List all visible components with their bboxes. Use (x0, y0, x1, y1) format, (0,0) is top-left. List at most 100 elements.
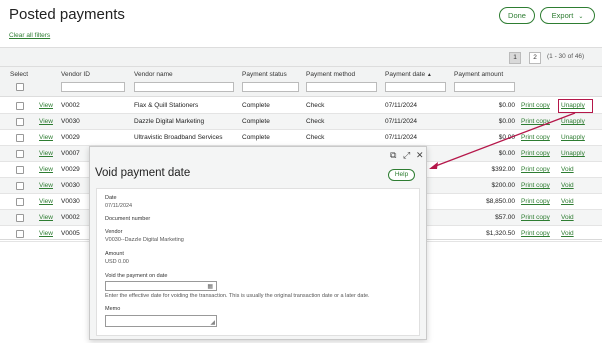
table-row: View V0029 Ultravistic Broadband Services C… (0, 130, 602, 146)
row-checkbox[interactable] (16, 102, 24, 110)
payment-method-cell: Check (306, 134, 325, 141)
payment-status-cell: Complete (242, 102, 270, 109)
close-icon[interactable]: ✕ (416, 150, 424, 161)
vendor-name-cell: Dazzle Digital Marketing (134, 118, 205, 125)
dialog-form: Date 07/11/2024 Document number Vendor V… (96, 188, 420, 336)
row-action-link[interactable]: Void (561, 230, 574, 237)
row-checkbox[interactable] (16, 230, 24, 238)
view-link[interactable]: View (39, 118, 53, 125)
print-copy-link[interactable]: Print copy (521, 166, 550, 173)
row-action-link[interactable]: Unapply (561, 134, 585, 141)
view-link[interactable]: View (39, 198, 53, 205)
payment-amount-cell: $392.00 (491, 166, 516, 173)
vendor-id-cell: V0002 (61, 102, 80, 109)
vendor-id-cell: V0029 (61, 166, 80, 173)
pagination-bar: 1 2 (1 - 30 of 46) (0, 47, 602, 67)
row-action-link[interactable]: Unapply (561, 150, 585, 157)
vendor-id-cell: V0007 (61, 150, 80, 157)
payment-amount-cell: $1,320.50 (486, 230, 515, 237)
export-label: Export (551, 11, 574, 20)
row-checkbox[interactable] (16, 198, 24, 206)
row-checkbox[interactable] (16, 166, 24, 174)
col-vendor-name[interactable]: Vendor name (134, 71, 173, 78)
print-copy-link[interactable]: Print copy (521, 102, 550, 109)
print-copy-link[interactable]: Print copy (521, 214, 550, 221)
row-checkbox[interactable] (16, 134, 24, 142)
expand-icon[interactable]: ⤢ (403, 150, 410, 161)
row-action-link[interactable]: Void (561, 166, 574, 173)
table-row: View V0002 Flax & Quill Stationers Complete… (0, 98, 602, 114)
row-action-link[interactable]: Void (561, 198, 574, 205)
void-date-input[interactable]: ▦ (105, 281, 217, 291)
amount-value: USD 0.00 (105, 259, 129, 265)
payment-amount-cell: $0.00 (498, 134, 515, 141)
row-action-link[interactable]: Unapply (561, 118, 585, 125)
filter-vendor-id[interactable] (61, 82, 125, 92)
unapply-highlight-box (558, 99, 593, 113)
popout-icon[interactable]: ⧉ (390, 150, 396, 161)
row-checkbox[interactable] (16, 150, 24, 158)
filter-payment-amount[interactable] (454, 82, 515, 92)
row-checkbox[interactable] (16, 118, 24, 126)
calendar-icon[interactable]: ▦ (207, 283, 213, 290)
print-copy-link[interactable]: Print copy (521, 150, 550, 157)
resize-grip-icon[interactable]: ◢ (210, 319, 215, 326)
select-all-checkbox[interactable] (16, 83, 24, 91)
date-value: 07/11/2024 (105, 203, 133, 209)
page-title: Posted payments (9, 6, 125, 23)
amount-label: Amount (105, 251, 124, 257)
vendor-id-cell: V0030 (61, 182, 80, 189)
row-checkbox[interactable] (16, 182, 24, 190)
view-link[interactable]: View (39, 214, 53, 221)
clear-filters-link[interactable]: Clear all filters (9, 32, 50, 39)
filter-payment-date[interactable] (385, 82, 446, 92)
export-button[interactable]: Export ⌄ (540, 7, 595, 24)
view-link[interactable]: View (39, 150, 53, 157)
view-link[interactable]: View (39, 230, 53, 237)
row-checkbox[interactable] (16, 214, 24, 222)
row-action-link[interactable]: Void (561, 182, 574, 189)
memo-textarea[interactable]: ◢ (105, 315, 217, 327)
view-link[interactable]: View (39, 182, 53, 189)
filter-payment-status[interactable] (242, 82, 299, 92)
col-payment-amount[interactable]: Payment amount (454, 71, 503, 78)
page-1-button[interactable]: 1 (509, 52, 521, 64)
payment-method-cell: Check (306, 102, 325, 109)
print-copy-link[interactable]: Print copy (521, 230, 550, 237)
vendor-name-cell: Flax & Quill Stationers (134, 102, 199, 109)
view-link[interactable]: View (39, 166, 53, 173)
dialog-title: Void payment date (95, 167, 191, 179)
print-copy-link[interactable]: Print copy (521, 198, 550, 205)
print-copy-link[interactable]: Print copy (521, 182, 550, 189)
col-select: Select (10, 71, 29, 78)
payment-status-cell: Complete (242, 118, 270, 125)
row-action-link[interactable]: Void (561, 214, 574, 221)
payment-amount-cell: $8,850.00 (486, 198, 515, 205)
memo-label: Memo (105, 306, 121, 312)
print-copy-link[interactable]: Print copy (521, 118, 550, 125)
filter-payment-method[interactable] (306, 82, 377, 92)
col-payment-date-label: Payment date (385, 71, 426, 78)
col-payment-status[interactable]: Payment status (242, 71, 287, 78)
view-link[interactable]: View (39, 102, 53, 109)
done-button[interactable]: Done (499, 7, 535, 24)
sort-asc-icon: ▲ (426, 72, 432, 78)
document-number-label: Document number (105, 216, 151, 222)
payment-status-cell: Complete (242, 134, 270, 141)
page-2-button[interactable]: 2 (529, 52, 541, 64)
void-date-label: Void the payment on date (105, 273, 168, 279)
filter-vendor-name[interactable] (134, 82, 234, 92)
payment-date-cell: 07/11/2024 (385, 118, 418, 125)
payment-amount-cell: $200.00 (491, 182, 516, 189)
payment-method-cell: Check (306, 118, 325, 125)
print-copy-link[interactable]: Print copy (521, 134, 550, 141)
payment-amount-cell: $57.00 (495, 214, 515, 221)
col-payment-date[interactable]: Payment date ▲ (385, 71, 432, 78)
table-row: View V0030 Dazzle Digital Marketing Complet… (0, 114, 602, 130)
date-label: Date (105, 195, 117, 201)
view-link[interactable]: View (39, 134, 53, 141)
col-payment-method[interactable]: Payment method (306, 71, 355, 78)
payment-date-cell: 07/11/2024 (385, 102, 418, 109)
help-button[interactable]: Help (388, 169, 415, 181)
col-vendor-id[interactable]: Vendor ID (61, 71, 90, 78)
